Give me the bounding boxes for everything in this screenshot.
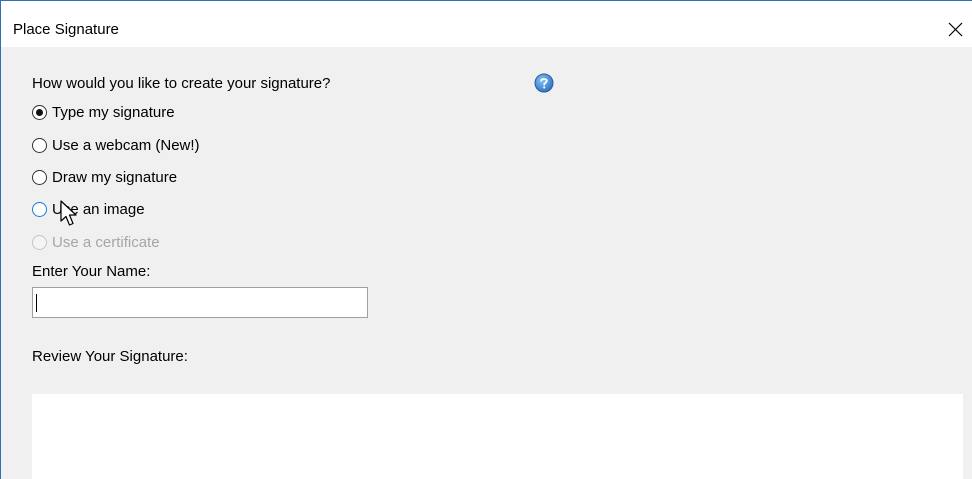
creation-method-question: How would you like to create your signat… bbox=[32, 75, 331, 92]
option-draw-signature[interactable]: Draw my signature bbox=[32, 166, 177, 188]
signature-preview-area bbox=[32, 394, 963, 479]
option-label: Use a certificate bbox=[52, 233, 160, 251]
option-label: Type my signature bbox=[52, 103, 175, 121]
radio-use-webcam[interactable] bbox=[32, 137, 47, 153]
option-label: Use an image bbox=[52, 200, 145, 218]
option-use-image[interactable]: Use an image bbox=[32, 198, 145, 220]
option-type-signature[interactable]: Type my signature bbox=[32, 101, 175, 123]
option-use-webcam[interactable]: Use a webcam (New!) bbox=[32, 134, 200, 156]
radio-draw-signature[interactable] bbox=[32, 169, 47, 185]
radio-use-image[interactable] bbox=[32, 201, 47, 217]
radio-type-signature[interactable] bbox=[32, 104, 47, 120]
radio-use-certificate bbox=[32, 234, 47, 250]
review-signature-label: Review Your Signature: bbox=[32, 348, 188, 365]
option-label: Draw my signature bbox=[52, 168, 178, 186]
close-button[interactable] bbox=[941, 15, 969, 43]
close-icon bbox=[948, 22, 963, 37]
option-label: Use a webcam (New!) bbox=[52, 136, 200, 154]
title-bar: Place Signature bbox=[1, 1, 972, 47]
name-input[interactable] bbox=[32, 287, 368, 318]
text-caret bbox=[36, 294, 37, 312]
place-signature-dialog: Place Signature How would you like to cr… bbox=[0, 0, 972, 479]
help-icon bbox=[534, 73, 554, 93]
dialog-content: How would you like to create your signat… bbox=[1, 47, 972, 479]
name-field-label: Enter Your Name: bbox=[32, 263, 151, 280]
dialog-title: Place Signature bbox=[13, 21, 119, 38]
help-button[interactable] bbox=[534, 73, 554, 93]
option-use-certificate: Use a certificate bbox=[32, 231, 160, 253]
